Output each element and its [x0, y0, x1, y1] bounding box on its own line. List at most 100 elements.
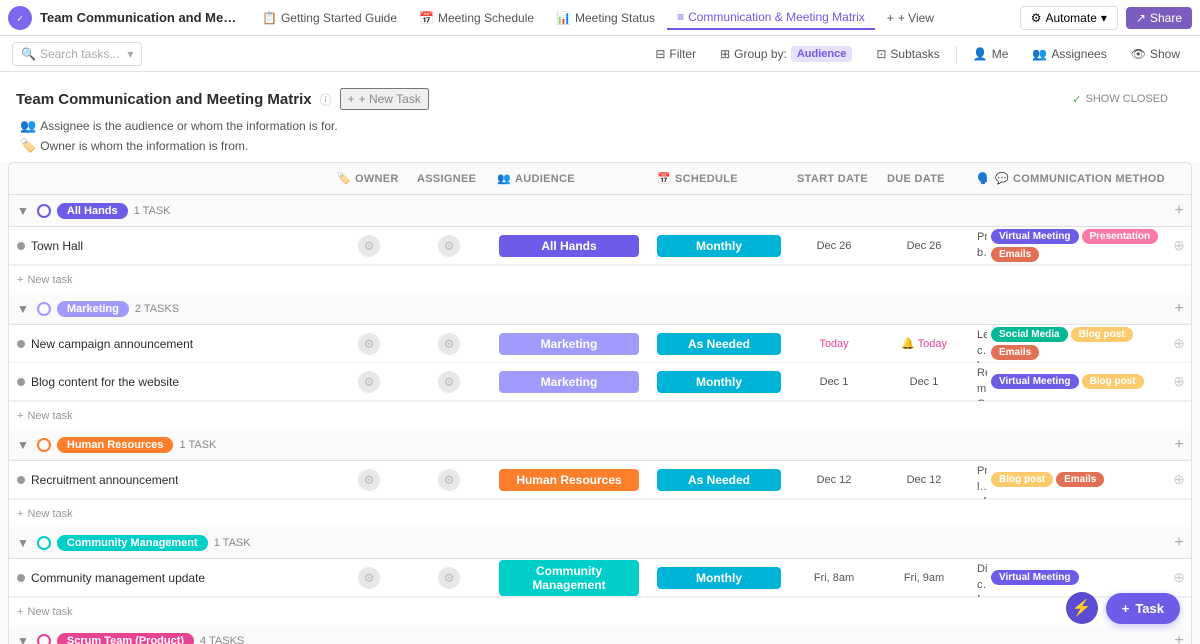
goals-cell: Let customers know about this year's hol… — [969, 324, 987, 363]
tab-meeting-status[interactable]: 📊 Meeting Status — [546, 7, 665, 29]
col-owner: 🏷️ OWNER — [329, 172, 409, 185]
group-toggle-icon[interactable]: ▼ — [17, 204, 29, 218]
person-icon: ⚙ — [364, 239, 375, 253]
fab-area: ⚡ + Task — [1066, 592, 1180, 624]
show-button[interactable]: 👁 Show — [1123, 43, 1188, 65]
comm-method-tag: Virtual Meeting — [991, 570, 1079, 585]
tab-label: Meeting Schedule — [438, 11, 534, 25]
group-label-marketing: ▼Marketing2 TASKS — [9, 301, 329, 317]
subtasks-button[interactable]: ⊡ Subtasks — [868, 43, 947, 65]
task-status-dot — [17, 476, 25, 484]
add-task-button[interactable]: + New task — [17, 274, 73, 286]
start-date-text: Fri, 8am — [814, 572, 854, 584]
filter-button[interactable]: ⊟ Filter — [647, 43, 704, 65]
task-name-label[interactable]: Community management update — [31, 571, 205, 585]
schedule-col-icon: 📅 — [657, 172, 671, 185]
more-icon[interactable]: ⊕ — [1173, 335, 1185, 352]
task-name-cell: New campaign announcement — [9, 337, 329, 351]
add-task-fab[interactable]: + Task — [1106, 593, 1180, 624]
plus-icon: + — [17, 606, 23, 618]
show-closed-toggle[interactable]: ✓ SHOW CLOSED — [1056, 89, 1184, 110]
topbar-actions: ⚙ Automate ▾ ↗ Share — [1020, 6, 1192, 30]
automate-icon: ⚙ — [1031, 11, 1042, 25]
person-icon: ⚙ — [364, 473, 375, 487]
task-row: Recruitment announcement⚙⚙Human Resource… — [9, 461, 1191, 499]
group-by-button[interactable]: ⊞ Group by: Audience — [712, 42, 860, 66]
owner-cell: ⚙ — [329, 235, 409, 257]
new-task-button[interactable]: + + New Task — [340, 88, 429, 110]
assignee-avatar: ⚙ — [438, 333, 460, 355]
group-count: 1 TASK — [179, 439, 216, 451]
goals-cell: Provide business updates. Open for quest… — [969, 226, 987, 265]
task-name-label[interactable]: Town Hall — [31, 239, 83, 253]
schedule-badge: Monthly — [657, 371, 781, 393]
fab-icon-btn[interactable]: ⚡ — [1066, 592, 1098, 624]
group-add-icon[interactable]: + — [1167, 632, 1191, 644]
tab-getting-started[interactable]: 📋 Getting Started Guide — [252, 7, 407, 29]
task-status-dot — [17, 242, 25, 250]
group-add-icon[interactable]: + — [1167, 534, 1191, 552]
add-task-button[interactable]: + New task — [17, 606, 73, 618]
row-actions-cell: ⊕ — [1167, 237, 1191, 254]
due-date-text: Dec 1 — [910, 376, 939, 388]
start-date-cell: Dec 12 — [789, 474, 879, 486]
owner-avatar: ⚙ — [358, 371, 380, 393]
add-task-row: + New task — [9, 597, 1191, 625]
comm-methods-cell: Social MediaBlog postEmails — [987, 325, 1167, 362]
legend-assignee-text: Assignee is the audience or whom the inf… — [40, 119, 338, 133]
search-input[interactable]: 🔍 Search tasks... ▾ — [12, 42, 142, 66]
more-icon[interactable]: ⊕ — [1173, 569, 1185, 586]
more-icon[interactable]: ⊕ — [1173, 471, 1185, 488]
tab-comm-matrix[interactable]: ≡ Communication & Meeting Matrix — [667, 6, 875, 30]
comm-method-tag: Emails — [991, 345, 1039, 360]
due-date-text: Dec 12 — [907, 474, 942, 486]
tab-label: Communication & Meeting Matrix — [688, 10, 865, 24]
more-icon[interactable]: ⊕ — [1173, 237, 1185, 254]
assignee-avatar: ⚙ — [438, 371, 460, 393]
group-badge: Community Management — [57, 535, 208, 551]
group-toggle-icon[interactable]: ▼ — [17, 536, 29, 550]
task-name-label[interactable]: Recruitment announcement — [31, 473, 178, 487]
group-toggle-icon[interactable]: ▼ — [17, 438, 29, 452]
goals-col-icon: 🗣️ — [977, 172, 987, 185]
more-icon[interactable]: ⊕ — [1173, 373, 1185, 390]
task-row: Town Hall⚙⚙All HandsMonthlyDec 26Dec 26P… — [9, 227, 1191, 265]
assignees-button[interactable]: 👥 Assignees — [1024, 43, 1114, 65]
add-view-btn[interactable]: + + View — [877, 7, 944, 29]
start-date-cell: Dec 1 — [789, 376, 879, 388]
task-name-label[interactable]: New campaign announcement — [31, 337, 193, 351]
group-add-icon[interactable]: + — [1167, 436, 1191, 454]
tab-label: Getting Started Guide — [281, 11, 397, 25]
comm-method-tag: Presentation — [1082, 229, 1159, 244]
group-toggle-icon[interactable]: ▼ — [17, 302, 29, 316]
schedule-badge: Monthly — [657, 567, 781, 589]
automate-button[interactable]: ⚙ Automate ▾ — [1020, 6, 1118, 30]
add-task-button[interactable]: + New task — [17, 410, 73, 422]
add-task-row: + New task — [9, 401, 1191, 429]
svg-text:✓: ✓ — [17, 13, 24, 23]
group-toggle-icon[interactable]: ▼ — [17, 634, 29, 644]
group-row-marketing: ▼Marketing2 TASKS + — [9, 293, 1191, 325]
task-name-label[interactable]: Blog content for the website — [31, 375, 179, 389]
nav-tabs: 📋 Getting Started Guide 📅 Meeting Schedu… — [252, 6, 1016, 30]
fab-label: Task — [1135, 601, 1164, 616]
group-add-icon[interactable]: + — [1167, 300, 1191, 318]
col-due-date: DUE DATE — [879, 173, 969, 185]
owner-avatar: ⚙ — [358, 235, 380, 257]
group-label-all-hands: ▼All Hands1 TASK — [9, 203, 329, 219]
schedule-badge: Monthly — [657, 235, 781, 257]
group-add-icon[interactable]: + — [1167, 202, 1191, 220]
col-goals: 🗣️ MEETING COMMUNICATION GOALS — [969, 172, 987, 185]
owner-avatar: ⚙ — [358, 567, 380, 589]
comm-method-tag: Virtual Meeting — [991, 374, 1079, 389]
tab-meeting-schedule[interactable]: 📅 Meeting Schedule — [409, 7, 544, 29]
group-count: 2 TASKS — [135, 303, 179, 315]
assignee-cell: ⚙ — [409, 371, 489, 393]
me-button[interactable]: 👤 Me — [965, 43, 1017, 65]
share-button[interactable]: ↗ Share — [1126, 7, 1192, 29]
add-task-button[interactable]: + New task — [17, 508, 73, 520]
due-date-text: 🔔 Today — [901, 337, 947, 350]
start-date-text: Dec 26 — [817, 240, 852, 252]
assignee-cell: ⚙ — [409, 235, 489, 257]
info-icon[interactable]: ⓘ — [320, 91, 332, 108]
